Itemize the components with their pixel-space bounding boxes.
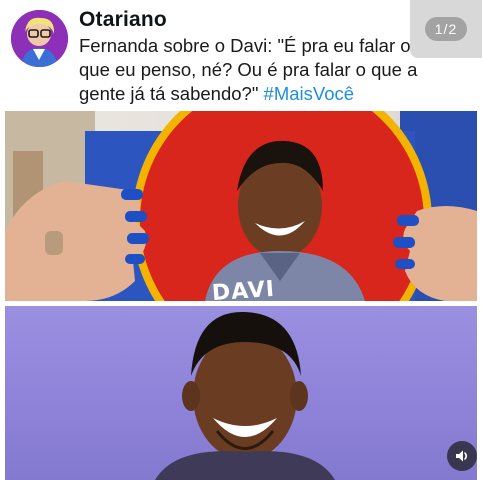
page-indicator-label: 1/2 <box>424 17 468 41</box>
avatar[interactable] <box>11 10 68 67</box>
page-indicator: 1/2 <box>410 0 482 58</box>
media-image-2[interactable] <box>5 306 477 480</box>
sound-toggle-button[interactable] <box>447 441 477 471</box>
tweet-body: Fernanda sobre o Davi: "É pra eu falar o… <box>79 35 418 104</box>
tweet-text: Fernanda sobre o Davi: "É pra eu falar o… <box>79 34 424 106</box>
avatar-illustration <box>11 10 68 67</box>
tweet-post[interactable]: Otariano Fernanda sobre o Davi: "É pra e… <box>0 0 482 480</box>
photo-card-scene <box>5 111 477 301</box>
speaker-icon <box>456 450 468 462</box>
portrait-scene <box>155 311 335 480</box>
author-name[interactable]: Otariano <box>79 8 167 32</box>
hashtag-link[interactable]: #MaisVocê <box>264 83 355 104</box>
media-image-1[interactable] <box>5 111 477 301</box>
